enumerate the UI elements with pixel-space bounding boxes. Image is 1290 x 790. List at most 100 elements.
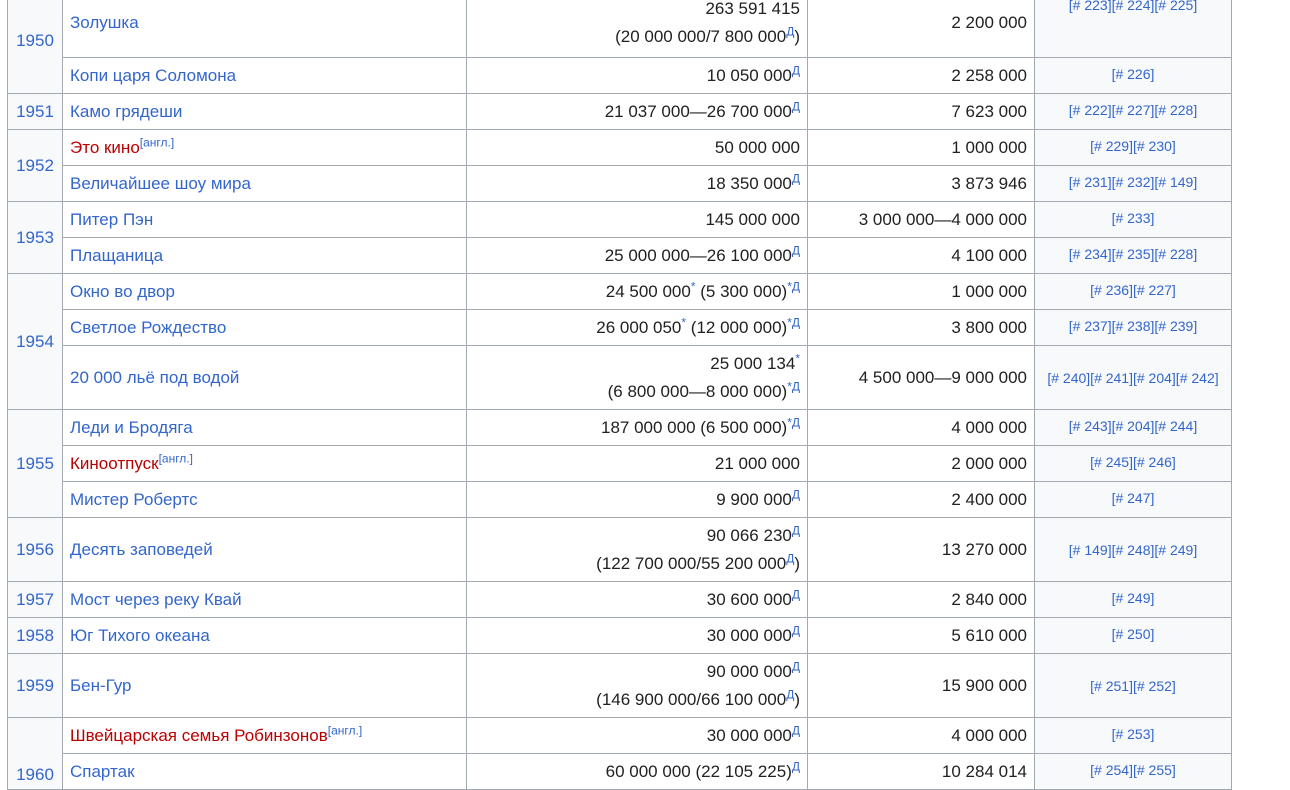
film-link[interactable]: Копи царя Соломона xyxy=(70,66,236,85)
year-link[interactable]: 1959 xyxy=(16,676,54,695)
note-link[interactable]: *Д xyxy=(787,415,800,429)
note-link[interactable]: Д xyxy=(792,243,800,257)
year-link[interactable]: 1950 xyxy=(16,31,54,50)
gross-line: 25 000 000—26 100 000 xyxy=(604,245,792,265)
english-link[interactable]: [англ.] xyxy=(159,451,193,465)
gross-line: 30 000 000 xyxy=(706,625,792,645)
refs-cell[interactable]: [# 149][# 248][# 249] xyxy=(1034,517,1232,582)
refs-cell[interactable]: [# 250] xyxy=(1034,617,1232,654)
film-link[interactable]: Юг Тихого океана xyxy=(70,626,210,645)
gross-tail: ) xyxy=(794,553,800,573)
note-link[interactable]: *Д xyxy=(787,379,800,393)
title-cell: Мистер Робертс xyxy=(62,481,467,518)
english-link[interactable]: [англ.] xyxy=(140,135,174,149)
refs-cell[interactable]: [# 236][# 227] xyxy=(1034,273,1232,310)
year-cell: 1956 xyxy=(7,517,63,582)
refs-cell[interactable]: [# 233] xyxy=(1034,201,1232,238)
film-link[interactable]: Это кино xyxy=(70,138,140,157)
gross-cell: 30 000 000Д xyxy=(466,717,808,754)
refs-cell[interactable]: [# 223][# 224][# 225] xyxy=(1034,0,1232,58)
note-link[interactable]: Д xyxy=(792,759,800,773)
film-link[interactable]: Мост через реку Квай xyxy=(70,590,242,609)
refs-cell[interactable]: [# 240][# 241][# 204][# 242] xyxy=(1034,345,1232,410)
refs-cell[interactable]: [# 226] xyxy=(1034,57,1232,94)
note-link[interactable]: Д xyxy=(792,63,800,77)
film-link[interactable]: Плащаница xyxy=(70,246,163,265)
table-row: Копи царя Соломона 10 050 000Д 2 258 000… xyxy=(8,57,1232,94)
gross-cell: 25 000 000—26 100 000Д xyxy=(466,237,808,274)
note-link[interactable]: * xyxy=(795,351,800,365)
title-cell: Светлое Рождество xyxy=(62,309,467,346)
note-link[interactable]: *Д xyxy=(787,315,800,329)
film-link[interactable]: Светлое Рождество xyxy=(70,318,226,337)
english-link[interactable]: [англ.] xyxy=(328,723,362,737)
refs-cell[interactable]: [# 249] xyxy=(1034,581,1232,618)
film-link[interactable]: Бен-Гур xyxy=(70,676,132,695)
table-row: 1950 Золушка 263 591 415 (20 000 000/7 80… xyxy=(7,0,1232,94)
refs-cell[interactable]: [# 251][# 252] xyxy=(1034,653,1232,718)
table-row: 1958 Юг Тихого океана 30 000 000Д 5 610 … xyxy=(7,617,1232,654)
title-cell: Золушка xyxy=(62,0,467,58)
year-link[interactable]: 1960 xyxy=(16,765,54,784)
note-link[interactable]: Д xyxy=(792,523,800,537)
refs-cell[interactable]: [# 234][# 235][# 228] xyxy=(1034,237,1232,274)
table-row: 1954 Окно во двор 24 500 000* (5 300 000… xyxy=(7,273,1232,410)
title-cell: Камо грядеши xyxy=(62,93,467,130)
note-link[interactable]: Д xyxy=(792,659,800,673)
year-link[interactable]: 1954 xyxy=(16,332,54,351)
year-link[interactable]: 1951 xyxy=(16,102,54,121)
film-link[interactable]: Киноотпуск xyxy=(70,454,159,473)
note-link[interactable]: *Д xyxy=(787,279,800,293)
year-link[interactable]: 1953 xyxy=(16,228,54,247)
gross-cell: 30 600 000Д xyxy=(466,581,808,618)
film-link[interactable]: Величайшее шоу мира xyxy=(70,174,251,193)
film-link[interactable]: Десять заповедей xyxy=(70,540,213,559)
note-link[interactable]: Д xyxy=(792,487,800,501)
refs-cell[interactable]: [# 222][# 227][# 228] xyxy=(1034,93,1232,130)
gross-cell: 21 037 000—26 700 000Д xyxy=(466,93,808,130)
year-link[interactable]: 1958 xyxy=(16,626,54,645)
budget-cell: 3 873 946 xyxy=(807,165,1035,202)
budget-cell: 4 500 000—9 000 000 xyxy=(807,345,1035,410)
table-row: Киноотпуск[англ.] 21 000 000 2 000 000 [… xyxy=(8,445,1232,482)
table-row: 1955 Леди и Бродяга 187 000 000 (6 500 0… xyxy=(7,409,1232,518)
refs-cell[interactable]: [# 243][# 204][# 244] xyxy=(1034,409,1232,446)
table-row: 1957 Мост через реку Квай 30 600 000Д 2 … xyxy=(7,581,1232,618)
film-link[interactable]: Окно во двор xyxy=(70,282,175,301)
budget-cell: 1 000 000 xyxy=(807,129,1035,166)
refs-cell[interactable]: [# 231][# 232][# 149] xyxy=(1034,165,1232,202)
table-row: Плащаница 25 000 000—26 100 000Д 4 100 0… xyxy=(8,237,1232,274)
film-link[interactable]: Питер Пэн xyxy=(70,210,153,229)
gross-tail: ) xyxy=(794,689,800,709)
budget-cell: 3 000 000—4 000 000 xyxy=(807,201,1035,238)
title-cell: Питер Пэн xyxy=(62,201,467,238)
year-link[interactable]: 1957 xyxy=(16,590,54,609)
gross-line: (20 000 000/7 800 000 xyxy=(615,27,787,46)
film-link[interactable]: Леди и Бродяга xyxy=(70,418,193,437)
table-row: 1951 Камо грядеши 21 037 000—26 700 000Д… xyxy=(7,93,1232,130)
note-link[interactable]: Д xyxy=(792,623,800,637)
note-link[interactable]: Д xyxy=(792,171,800,185)
film-link[interactable]: Швейцарская семья Робинзонов xyxy=(70,726,328,745)
refs-cell[interactable]: [# 247] xyxy=(1034,481,1232,518)
refs-cell[interactable]: [# 237][# 238][# 239] xyxy=(1034,309,1232,346)
film-link[interactable]: Мистер Робертс xyxy=(70,490,198,509)
note-link[interactable]: Д xyxy=(792,99,800,113)
year-link[interactable]: 1955 xyxy=(16,454,54,473)
film-link[interactable]: Золушка xyxy=(70,13,139,32)
film-link[interactable]: Спартак xyxy=(70,762,135,781)
film-link[interactable]: Камо грядеши xyxy=(70,102,182,121)
film-link[interactable]: 20 000 льё под водой xyxy=(70,368,239,387)
refs-cell[interactable]: [# 253] xyxy=(1034,717,1232,754)
gross-line: 90 066 230 xyxy=(706,525,792,545)
year-link[interactable]: 1956 xyxy=(16,540,54,559)
gross-cell: 9 900 000Д xyxy=(466,481,808,518)
note-link[interactable]: Д xyxy=(792,587,800,601)
year-link[interactable]: 1952 xyxy=(16,156,54,175)
title-cell: Швейцарская семья Робинзонов[англ.] xyxy=(62,717,467,754)
note-link[interactable]: Д xyxy=(792,723,800,737)
refs-cell[interactable]: [# 229][# 230] xyxy=(1034,129,1232,166)
gross-line: 21 037 000—26 700 000 xyxy=(604,101,792,121)
budget-cell: 4 000 000 xyxy=(807,717,1035,754)
refs-cell[interactable]: [# 245][# 246] xyxy=(1034,445,1232,482)
